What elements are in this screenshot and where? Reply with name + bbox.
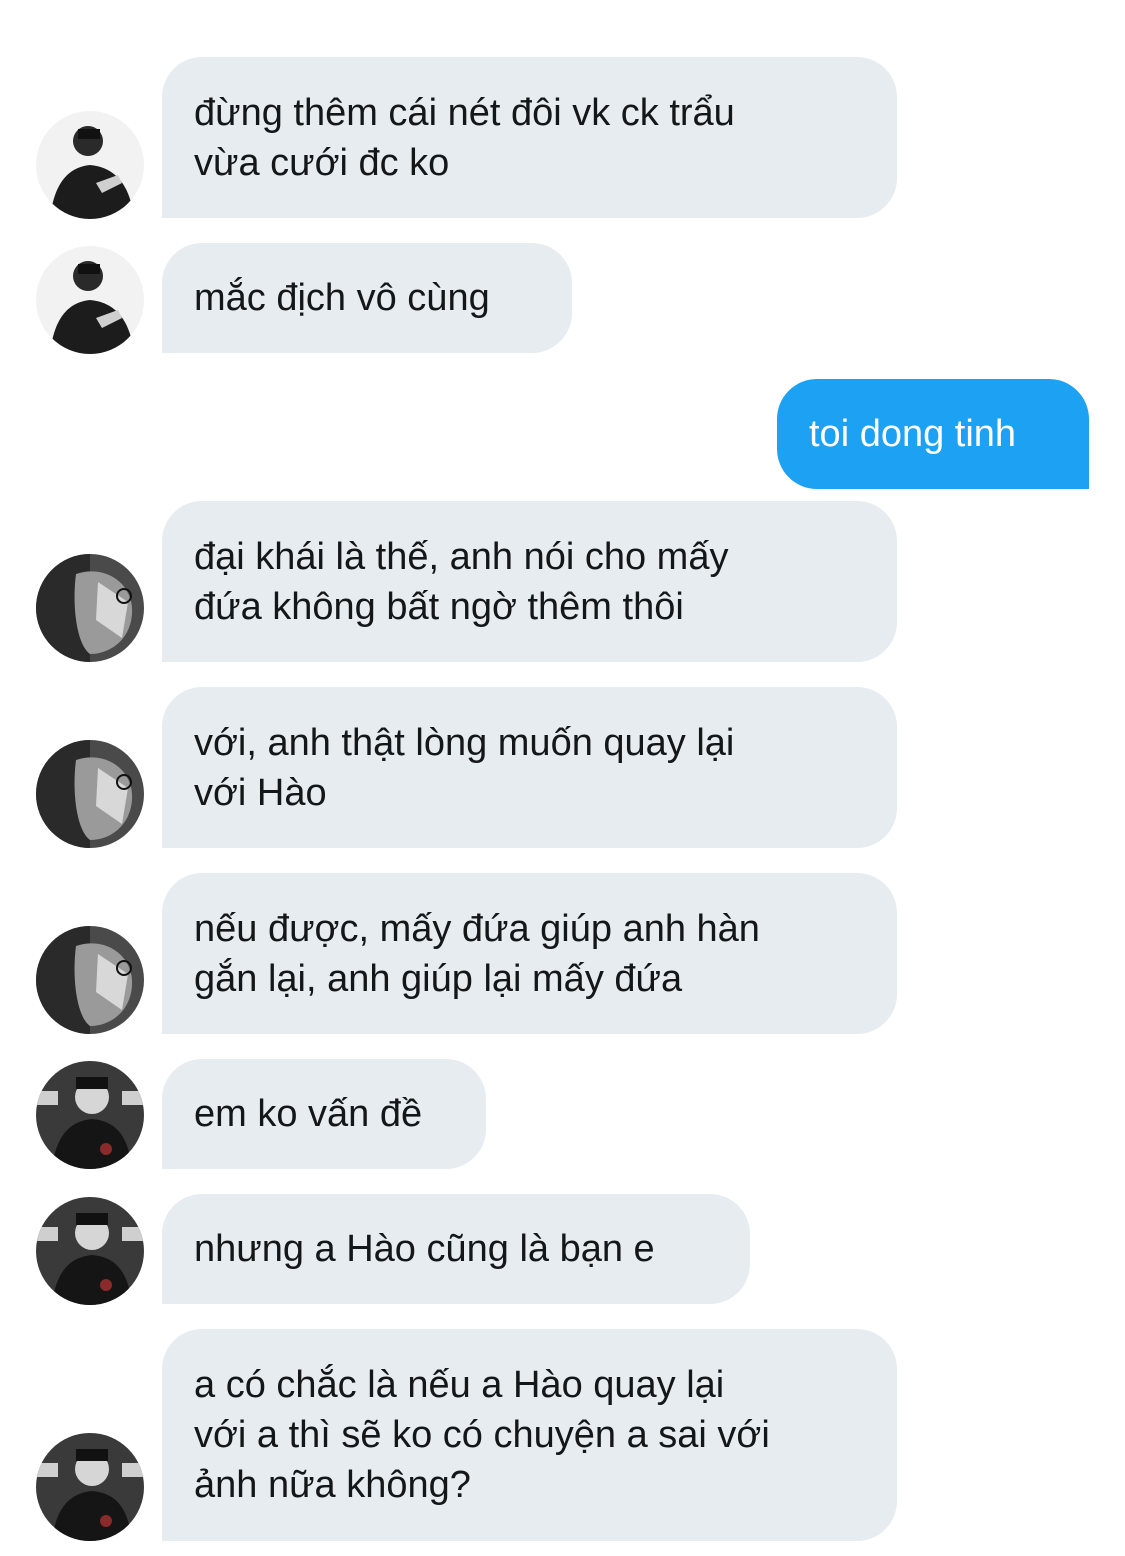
avatar-photo-b-icon	[36, 740, 144, 848]
message-line: nhưng a Hào cũng là bạn e	[194, 1228, 655, 1270]
message-line: gắn lại, anh giúp lại mấy đứa	[194, 957, 683, 1000]
message-bubble[interactable]: em ko vấn đề	[162, 1059, 486, 1169]
message-bubble[interactable]: với, anh thật lòng muốn quay lại với Hào	[162, 687, 897, 848]
avatar-photo-b-icon	[36, 926, 144, 1034]
sender-avatar[interactable]	[36, 740, 144, 848]
message-line: đừng thêm cái nét đôi vk ck trẩu	[194, 91, 735, 134]
message-line: mắc địch vô cùng	[194, 277, 490, 319]
message-line: nếu được, mấy đứa giúp anh hàn	[194, 907, 760, 950]
message-line: với, anh thật lòng muốn quay lại	[194, 721, 735, 764]
message-bubble[interactable]: a có chắc là nếu a Hào quay lại với a th…	[162, 1329, 897, 1541]
sender-avatar[interactable]	[36, 926, 144, 1034]
message-line: vừa cưới đc ko	[194, 141, 450, 184]
message-bubble-outgoing[interactable]: toi dong tinh	[777, 379, 1089, 489]
sender-avatar[interactable]	[36, 111, 144, 219]
message-line: đứa không bất ngờ thêm thôi	[194, 585, 684, 628]
message-line: đại khái là thế, anh nói cho mấy	[194, 535, 729, 578]
message-line: ảnh nữa không?	[194, 1464, 471, 1506]
sender-avatar[interactable]	[36, 1197, 144, 1305]
avatar-photo-c-icon	[36, 1197, 144, 1305]
sender-avatar[interactable]	[36, 554, 144, 662]
message-line: với a thì sẽ ko có chuyện a sai với	[194, 1414, 770, 1456]
message-line: em ko vấn đề	[194, 1093, 423, 1135]
conversation-thread: đừng thêm cái nét đôi vk ck trẩu vừa cướ…	[0, 0, 1125, 1556]
message-bubble[interactable]: đại khái là thế, anh nói cho mấy đứa khô…	[162, 501, 897, 662]
avatar-photo-c-icon	[36, 1433, 144, 1541]
avatar-photo-a-icon	[36, 246, 144, 354]
message-line: a có chắc là nếu a Hào quay lại	[194, 1364, 725, 1406]
message-bubble[interactable]: mắc địch vô cùng	[162, 243, 572, 353]
message-line: với Hào	[194, 771, 327, 814]
avatar-photo-a-icon	[36, 111, 144, 219]
message-line: toi dong tinh	[809, 413, 1017, 455]
sender-avatar[interactable]	[36, 1061, 144, 1169]
avatar-photo-b-icon	[36, 554, 144, 662]
sender-avatar[interactable]	[36, 1433, 144, 1541]
message-bubble[interactable]: đừng thêm cái nét đôi vk ck trẩu vừa cướ…	[162, 57, 897, 218]
sender-avatar[interactable]	[36, 246, 144, 354]
message-bubble[interactable]: nhưng a Hào cũng là bạn e	[162, 1194, 750, 1304]
avatar-photo-c-icon	[36, 1061, 144, 1169]
message-bubble[interactable]: nếu được, mấy đứa giúp anh hàn gắn lại, …	[162, 873, 897, 1034]
